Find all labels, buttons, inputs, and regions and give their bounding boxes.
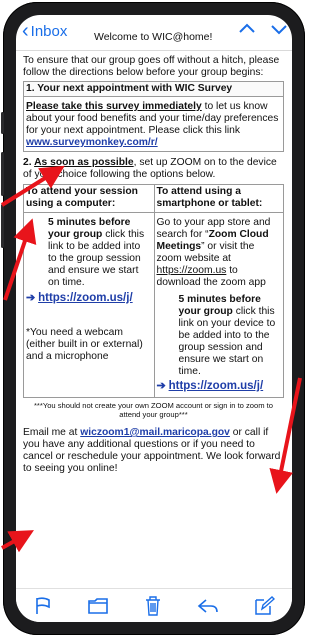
phone-frame: ‹ Inbox Welcome to WIC@home! To ensure t… [1, 2, 305, 635]
zoom-account-disclaimer: ***You should not create your own ZOOM a… [33, 401, 274, 419]
reply-icon[interactable] [197, 596, 219, 616]
message-nav-arrows [238, 19, 288, 39]
app-store-instructions: Go to your app store and search for “Zoo… [157, 217, 282, 289]
email-link[interactable]: wiczoom1@mail.maricopa.gov [80, 427, 230, 438]
mail-screen: ‹ Inbox Welcome to WIC@home! To ensure t… [16, 15, 292, 622]
survey-box: 1. Your next appointment with WIC Survey… [23, 81, 284, 152]
inbox-back-button[interactable]: ‹ Inbox [22, 21, 67, 41]
arrow-bullet-icon: ➔ [26, 292, 36, 304]
email-subject: Welcome to WIC@home! [94, 31, 213, 43]
webcam-note: *You need a webcam (either built in or e… [26, 327, 143, 362]
step2-number: 2. [23, 157, 35, 168]
arrow-bullet-icon: ➔ [156, 380, 166, 392]
contact-text-1: Email me at [23, 427, 81, 438]
chevron-left-icon: ‹ [22, 20, 29, 42]
phone-heading: To attend using a smartphone or tablet: [154, 185, 283, 213]
computer-link-row: ➔ https://zoom.us/j/ [26, 292, 152, 305]
intro-text: To ensure that our group goes off withou… [23, 55, 280, 78]
volume-up-button [1, 152, 4, 196]
phone-zoom-link[interactable]: https://zoom.us/j/ [169, 380, 264, 392]
trash-icon[interactable] [143, 595, 163, 617]
computer-zoom-link[interactable]: https://zoom.us/j/ [38, 292, 133, 304]
phone-instructions: 5 minutes before your group click this l… [157, 294, 282, 378]
zoom-setup-text: 2. As soon as possible, set up ZOOM on t… [23, 157, 284, 181]
folder-icon[interactable] [87, 596, 109, 616]
email-body: To ensure that our group goes off withou… [16, 51, 292, 475]
survey-lead: Please take this survey immediately [26, 101, 202, 112]
zoom-website-link[interactable]: https://zoom.us [157, 265, 227, 276]
phone-body: Go to your app store and search for “Zoo… [155, 213, 284, 397]
phone-column: To attend using a smartphone or tablet: … [153, 185, 284, 397]
computer-heading: To attend your session using a computer: [24, 185, 154, 213]
attend-options-table: To attend your session using a computer:… [23, 184, 284, 398]
survey-link[interactable]: www.surveymonkey.com/r/ [26, 137, 158, 148]
compose-icon[interactable] [253, 595, 275, 617]
computer-column: To attend your session using a computer:… [24, 185, 154, 397]
mute-switch [1, 112, 4, 134]
flag-icon[interactable] [33, 596, 53, 616]
computer-body: 5 minutes before your group click this l… [24, 213, 154, 367]
contact-text: Email me at wiczoom1@mail.maricopa.gov o… [23, 427, 284, 475]
survey-heading: 1. Your next appointment with WIC Survey [24, 82, 283, 97]
previous-message-icon[interactable] [238, 19, 256, 39]
next-message-icon[interactable] [270, 19, 288, 39]
computer-instructions: 5 minutes before your group click this l… [26, 217, 152, 289]
survey-body: Please take this survey immediately to l… [24, 97, 283, 151]
inbox-back-label: Inbox [30, 22, 68, 40]
volume-down-button [1, 204, 4, 248]
mail-toolbar [16, 588, 292, 622]
step2-lead: As soon as possible [34, 157, 134, 168]
phone-link-row: ➔ https://zoom.us/j/ [157, 380, 282, 393]
mail-nav-bar: ‹ Inbox Welcome to WIC@home! [16, 15, 292, 51]
